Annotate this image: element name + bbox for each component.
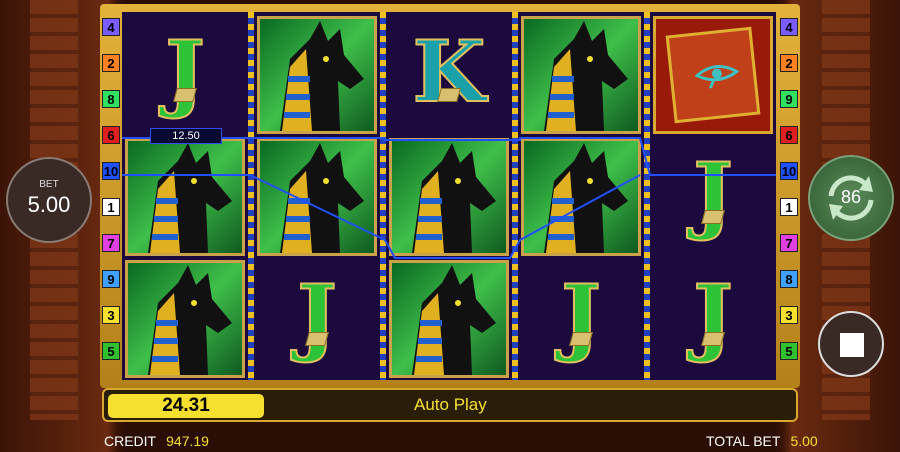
anubis-icon: [544, 21, 628, 131]
line-number-9: 9: [780, 90, 798, 108]
letter-glyph: J: [296, 265, 338, 366]
last-win-display: 24.31: [108, 394, 264, 418]
anubis-icon: [412, 143, 496, 253]
anubis-symbol: [521, 138, 641, 256]
letter-j-symbol: J: [521, 260, 641, 378]
line-number-10: 10: [780, 162, 798, 180]
line-number-1: 1: [102, 198, 120, 216]
anubis-symbol: [125, 260, 245, 378]
letter-j-symbol: J: [653, 138, 773, 256]
line-number-7: 7: [102, 234, 120, 252]
gem-icon: [701, 210, 725, 224]
letter-glyph: J: [560, 265, 602, 366]
gem-icon: [173, 88, 197, 102]
line-number-1: 1: [780, 198, 798, 216]
reel-4: J: [518, 12, 644, 380]
letter-j-symbol: J: [257, 260, 377, 378]
reel-2: J: [254, 12, 380, 380]
line-number-5: 5: [102, 342, 120, 360]
gem-icon: [701, 332, 725, 346]
autospin-count: 86: [840, 187, 862, 207]
stop-button[interactable]: [818, 311, 884, 377]
book-icon: [665, 26, 761, 124]
reels-area: JJKJJJ: [122, 12, 776, 380]
line-win-amount: 12.50: [150, 128, 222, 144]
line-number-3: 3: [780, 306, 798, 324]
anubis-symbol: [389, 260, 509, 378]
letter-j-symbol: J: [653, 260, 773, 378]
line-number-7: 7: [780, 234, 798, 252]
anubis-symbol: [389, 138, 509, 256]
anubis-symbol: [521, 16, 641, 134]
anubis-symbol: [257, 138, 377, 256]
letter-j-symbol: J: [125, 16, 245, 134]
anubis-icon: [148, 143, 232, 253]
line-number-9: 9: [102, 270, 120, 288]
anubis-icon: [412, 265, 496, 375]
auto-play-label[interactable]: Auto Play: [364, 390, 796, 420]
bottom-bar: 24.31 Auto Play: [102, 388, 798, 422]
total-bet-label: TOTAL BET: [706, 433, 781, 449]
credit-label: CREDIT: [104, 433, 157, 449]
book-symbol: [653, 16, 773, 134]
line-number-4: 4: [780, 18, 798, 36]
anubis-symbol: [125, 138, 245, 256]
bet-button[interactable]: BET 5.00: [6, 157, 92, 243]
bet-label: BET: [39, 179, 59, 190]
anubis-icon: [280, 143, 364, 253]
reel-5: JJ: [650, 12, 776, 380]
gem-icon: [305, 332, 329, 346]
reel-3: K: [386, 12, 512, 380]
letter-glyph: K: [411, 21, 486, 122]
anubis-icon: [544, 143, 628, 253]
credit-value: 947.19: [166, 433, 209, 449]
stop-icon: [840, 333, 864, 357]
line-number-6: 6: [780, 126, 798, 144]
line-number-4: 4: [102, 18, 120, 36]
line-number-8: 8: [102, 90, 120, 108]
autospin-button[interactable]: 86: [808, 155, 894, 241]
letter-k-symbol: K: [389, 16, 509, 134]
anubis-icon: [280, 21, 364, 131]
total-bet-display: TOTAL BET 5.00: [706, 433, 818, 449]
line-number-8: 8: [780, 270, 798, 288]
line-number-3: 3: [102, 306, 120, 324]
letter-glyph: J: [692, 265, 734, 366]
letter-glyph: J: [164, 21, 206, 122]
credit-display: CREDIT 947.19: [104, 433, 209, 449]
bet-value: 5.00: [27, 192, 71, 217]
anubis-symbol: [257, 16, 377, 134]
line-number-6: 6: [102, 126, 120, 144]
line-number-5: 5: [780, 342, 798, 360]
eye-of-ra-icon: [694, 65, 740, 89]
reel-1: J: [122, 12, 248, 380]
line-number-10: 10: [102, 162, 120, 180]
letter-glyph: J: [692, 143, 734, 244]
anubis-icon: [148, 265, 232, 375]
gem-icon: [569, 332, 593, 346]
line-number-2: 2: [102, 54, 120, 72]
line-number-2: 2: [780, 54, 798, 72]
total-bet-value: 5.00: [790, 433, 818, 449]
gem-icon: [437, 88, 461, 102]
